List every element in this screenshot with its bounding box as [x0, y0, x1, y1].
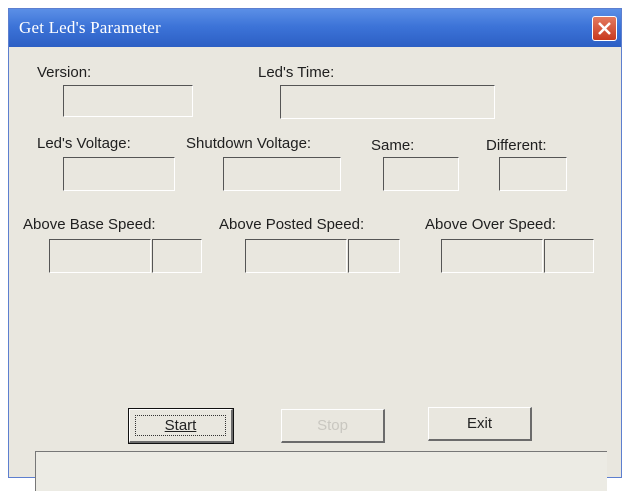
- status-area: [35, 451, 607, 491]
- above-posted-speed-field-1: [245, 239, 347, 273]
- close-button[interactable]: [592, 16, 617, 41]
- close-icon: [598, 22, 611, 35]
- led-voltage-label: Led's Voltage:: [37, 135, 131, 152]
- window-title: Get Led's Parameter: [19, 18, 161, 37]
- led-voltage-field: [63, 157, 175, 191]
- led-time-field: [280, 85, 495, 119]
- stop-button-label: Stop: [317, 417, 348, 434]
- exit-button-label: Exit: [466, 415, 492, 432]
- version-field: [63, 85, 193, 117]
- above-base-speed-field-1: [49, 239, 151, 273]
- shutdown-voltage-field: [223, 157, 341, 191]
- shutdown-voltage-label: Shutdown Voltage:: [186, 135, 312, 152]
- exit-button[interactable]: Exit: [428, 407, 532, 441]
- version-label: Version:: [37, 64, 92, 81]
- above-over-speed-field-1: [441, 239, 543, 273]
- focus-rect: [135, 415, 226, 436]
- same-field: [383, 157, 459, 191]
- different-field: [499, 157, 567, 191]
- dialog-window: Get Led's Parameter Version: Led's Time:…: [8, 8, 622, 491]
- led-time-label: Led's Time:: [258, 64, 335, 81]
- stop-button[interactable]: Stop: [281, 409, 385, 443]
- title-bar[interactable]: Get Led's Parameter: [9, 9, 621, 47]
- above-over-speed-field-2: [544, 239, 594, 273]
- same-label: Same:: [371, 137, 415, 154]
- different-label: Different:: [486, 137, 547, 154]
- above-base-speed-field-2: [152, 239, 202, 273]
- above-base-speed-label: Above Base Speed:: [23, 216, 156, 233]
- above-posted-speed-field-2: [348, 239, 400, 273]
- start-button[interactable]: Start: [128, 408, 234, 444]
- above-posted-speed-label: Above Posted Speed:: [219, 216, 365, 233]
- above-over-speed-label: Above Over Speed:: [425, 216, 556, 233]
